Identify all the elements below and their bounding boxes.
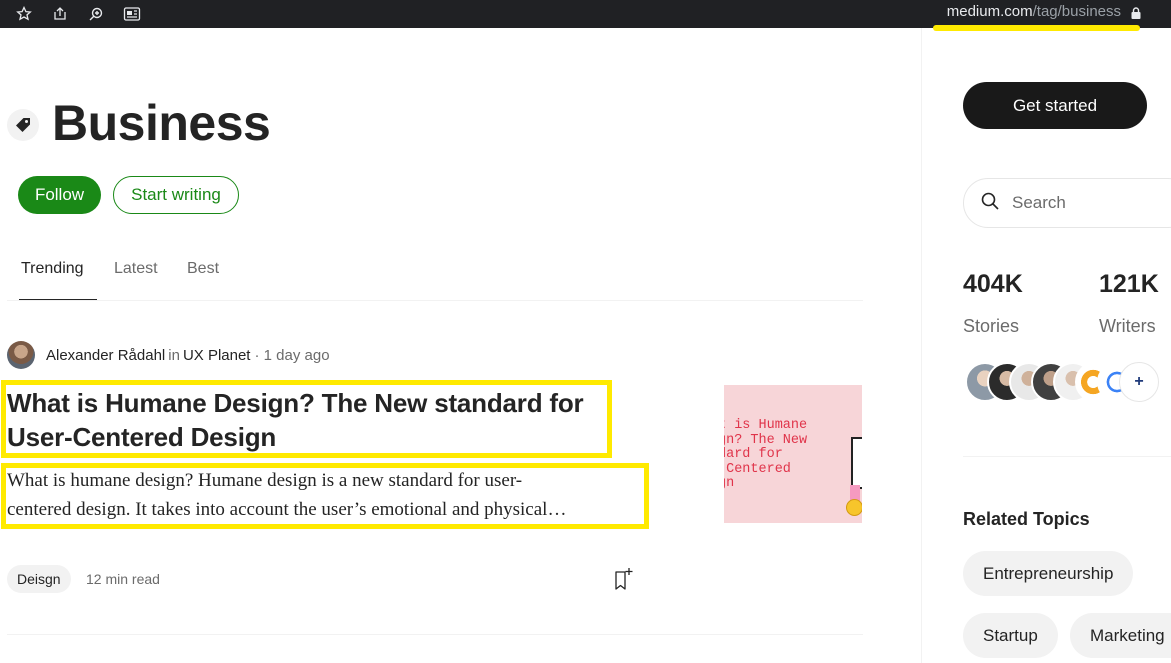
star-icon[interactable] [14,4,34,24]
url-path: /tag/business [1032,3,1121,20]
topic-entrepreneurship[interactable]: Entrepreneurship [963,551,1134,596]
share-icon[interactable] [50,4,70,24]
search-icon [980,191,1000,216]
tag-icon [7,109,39,141]
address-bar[interactable]: medium.com/tag/business [947,3,1141,20]
zoom-icon[interactable] [86,4,106,24]
url-text[interactable]: medium.com/tag/business [947,3,1121,20]
post-subtitle[interactable]: What is humane design? Humane design is … [7,466,637,524]
post-thumbnail[interactable]: t is Humane gn? The New dard for -Center… [724,385,862,523]
reader-icon[interactable] [122,4,142,24]
active-tab-indicator [19,299,97,300]
post-subtitle-line2: centered design. It takes into account t… [7,499,567,520]
lock-icon [1131,6,1141,19]
feed-tabs: Trending Latest Best [7,258,863,301]
stories-label: Stories [963,316,1020,336]
start-writing-button[interactable]: Start writing [113,176,239,214]
writers-label: Writers [1099,316,1156,336]
page-title: Business [52,95,271,151]
in-label: in [168,346,180,364]
post-title[interactable]: What is Humane Design? The New standard … [7,386,607,454]
sidebar-separator [921,28,922,663]
post-byline: Alexander Rådahl in UX Planet · 1 day ag… [7,341,330,369]
tag-chip[interactable]: Deisgn [7,565,71,593]
writer-avatars: + [965,362,1159,402]
read-time: 12 min read [86,571,160,587]
topic-marketing[interactable]: Marketing [1070,613,1171,658]
stories-count: 404K [963,270,1023,298]
post-subtitle-line1: What is humane design? Humane design is … [7,470,523,491]
tab-trending[interactable]: Trending [21,260,84,278]
writers-count: 121K [1099,270,1159,298]
post-divider [7,634,863,635]
topic-startup[interactable]: Startup [963,613,1058,658]
publication-name[interactable]: UX Planet [183,347,251,364]
toolbar-icons [14,4,142,24]
search-box[interactable] [963,178,1171,228]
author-name[interactable]: Alexander Rådahl [46,347,165,364]
search-input[interactable] [1012,193,1162,213]
plus-icon[interactable]: + [1119,362,1159,402]
thumbnail-frame-graphic [851,437,862,489]
tab-latest[interactable]: Latest [114,260,158,278]
thumbnail-text: t is Humane gn? The New dard for -Center… [724,418,808,491]
smiley-icon [846,499,862,516]
follow-button[interactable]: Follow [18,176,101,214]
tab-best[interactable]: Best [187,260,219,278]
browser-toolbar: medium.com/tag/business [0,0,1171,28]
post-date: · 1 day ago [254,346,330,364]
url-highlight-annotation [933,25,1140,31]
bookmark-add-icon[interactable] [612,566,636,592]
sidebar-divider [963,456,1171,457]
author-avatar[interactable] [7,341,35,369]
get-started-button[interactable]: Get started [963,82,1147,129]
url-domain: medium.com [946,3,1033,20]
related-topics-heading: Related Topics [963,509,1090,529]
